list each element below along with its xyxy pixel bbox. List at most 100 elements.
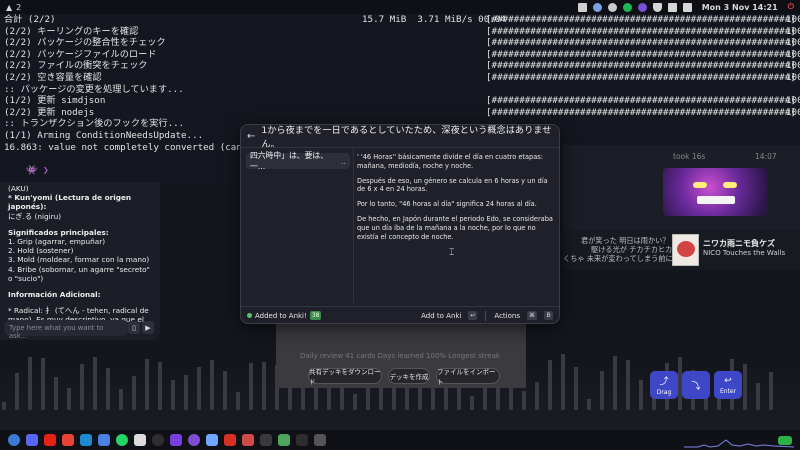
wifi-icon[interactable] [652,2,662,12]
dock [0,430,800,450]
anki-popup: ← 1から夜までを一日であるとしていたため、深夜という概念はありません。 四六時… [240,124,560,324]
system-tray: Mon 3 Nov 14:21 ⏻ [577,2,794,12]
result-item-text: 四六時中」は、要は、一... [250,151,328,171]
visualizer-bar [743,363,747,410]
music-app-icon[interactable] [296,434,308,446]
kunyomi-label: * Kun'yomi (Lectura de origen japonés): [8,193,132,212]
download-shared-deck-button[interactable]: 共有デッキをダウンロード [308,368,382,386]
create-deck-button[interactable]: デッキを作成 [388,368,430,384]
vscode-icon[interactable] [80,434,92,446]
visualizer-bar [132,375,136,410]
visualizer-bar [613,356,617,410]
progress-bar: [#######################################… [486,25,796,37]
files-icon[interactable] [242,434,254,446]
visualizer-bar [249,363,253,410]
spotify-icon[interactable] [622,2,632,12]
back-arrow-icon[interactable]: ← [247,131,255,142]
volume-icon[interactable] [667,2,677,12]
discord-icon[interactable] [26,434,38,446]
vlc-icon[interactable] [188,434,200,446]
actions-button[interactable]: Actions [494,312,520,320]
add-to-anki-button[interactable]: Add to Anki [421,312,461,320]
app-tray-icon[interactable] [637,2,647,12]
progress-percent: 100% [786,71,800,83]
obs-icon[interactable] [152,434,164,446]
settings-icon[interactable] [314,434,326,446]
progress-bar: [#######################################… [486,48,796,60]
meanings-title: Significados principales: [8,227,109,237]
enter-label: Enter [719,387,737,395]
download-stats: 15.7 MiB 3.71 MiB/s 00:04 [362,14,506,25]
took-label: took 16s [673,152,706,161]
visualizer-bar [158,361,162,410]
terminal-line-text: (2/2) パッケージファイルのロード [4,48,157,60]
b-key-icon: B [544,311,553,320]
pdf-icon[interactable] [224,434,236,446]
progress-percent: 100% [786,37,800,49]
meaning-item: 4. Bribe (sobornar, un agarre "secreto" … [8,264,150,283]
send-icon[interactable]: ▶ [142,321,154,334]
kunyomi-value: にぎ.る (nigiru) [8,211,62,221]
lyric-line: くちゃ 未来が変わってしまう前に [563,254,673,263]
enter-button[interactable]: ↩ Enter [714,371,742,399]
visualizer-bar [80,364,84,410]
cmd-key-icon: ⌘ [527,311,537,320]
copy-icon[interactable]: ▯ [128,321,140,334]
visualizer-bar [2,402,6,410]
visualizer-bar [548,359,552,410]
visualizer-bar [262,362,266,410]
progress-bar: [#######################################… [486,95,796,107]
detail-paragraph: Por lo tanto, "46 horas al día" signific… [357,200,537,209]
terminal-line: (2/2) パッケージファイルのロード [####################… [4,49,800,61]
visualizer-bar [119,389,123,410]
anki-icon[interactable] [206,434,218,446]
progress-percent: 100% [786,48,800,60]
meaning-item: 3. Mold (moldear, formar con la mano) [8,255,150,265]
progress-percent: 100% [786,25,800,37]
track-artist: NICO Touches the Walls [703,249,786,257]
progress-percent: 100% [786,14,800,25]
import-file-button[interactable]: ファイルをインポート [436,368,500,386]
terminal-line: :: パッケージの変更を処理しています... [4,84,800,96]
terminal-line-text: (2/2) 更新 nodejs [4,106,95,118]
lyrics: 君が笑った 明日は雨かい？ 駆ける光が チカチカヒカル くちゃ 未来が変わってし… [563,236,680,263]
ask-input[interactable]: Type here what you want to ask... [4,320,128,340]
prompt-symbol: 👾 ❯ [26,164,55,176]
drag-label: Drag [656,389,672,396]
mail-icon[interactable] [577,2,587,12]
launcher-icon[interactable] [8,434,20,446]
bluetooth-icon[interactable] [682,2,692,12]
result-list-item[interactable]: 四六時中」は、要は、一... .. [246,151,350,171]
terminal-line: 合計 (2/2) 15.7 MiB 3.71 MiB/s 00:04 [######… [4,14,800,26]
notes-icon[interactable] [134,434,146,446]
bitwarden-icon[interactable] [98,434,110,446]
divider [241,147,559,148]
image-viewer-icon[interactable] [260,434,272,446]
power-icon[interactable]: ⏻ [788,2,794,12]
status-badge: 38 [309,311,322,320]
chat-icon[interactable] [607,2,617,12]
vim-icon[interactable] [278,434,290,446]
whatsapp-icon[interactable] [116,434,128,446]
progress-percent: 100% [786,106,800,118]
terminal-line-text: (2/2) 空き容量を確認 [4,71,102,83]
progress-bar: [#######################################… [486,106,796,118]
top-bar: ▲ 2 Mon 3 Nov 14:21 ⏻ [0,0,800,14]
terminal-line: (1/2) 更新 simdjson [######################… [4,95,800,107]
scroll-button[interactable]: ⤵ [682,371,710,399]
dict-heading: (AKU) [8,184,29,193]
visualizer-bar [561,354,565,410]
gmail-icon[interactable] [62,434,74,446]
youtube-icon[interactable] [44,434,56,446]
lyric-line: 駆ける光が チカチカヒカル [591,245,680,254]
track-title[interactable]: ニワカ雨ニモ負ケズ [703,238,775,249]
progress-percent: 100% [786,60,800,72]
visualizer-bar [470,396,474,410]
shield-icon[interactable] [592,2,602,12]
clock[interactable]: Mon 3 Nov 14:21 [702,3,778,12]
drag-button[interactable]: ⤴ Drag [650,371,678,399]
terminal-line-text: (1/2) 更新 simdjson [4,95,106,107]
terminal-line: (2/2) キーリングのキーを確認 [######################… [4,26,800,38]
workspace-indicator[interactable]: ▲ 2 [6,3,21,12]
terminal-app-icon[interactable] [170,434,182,446]
